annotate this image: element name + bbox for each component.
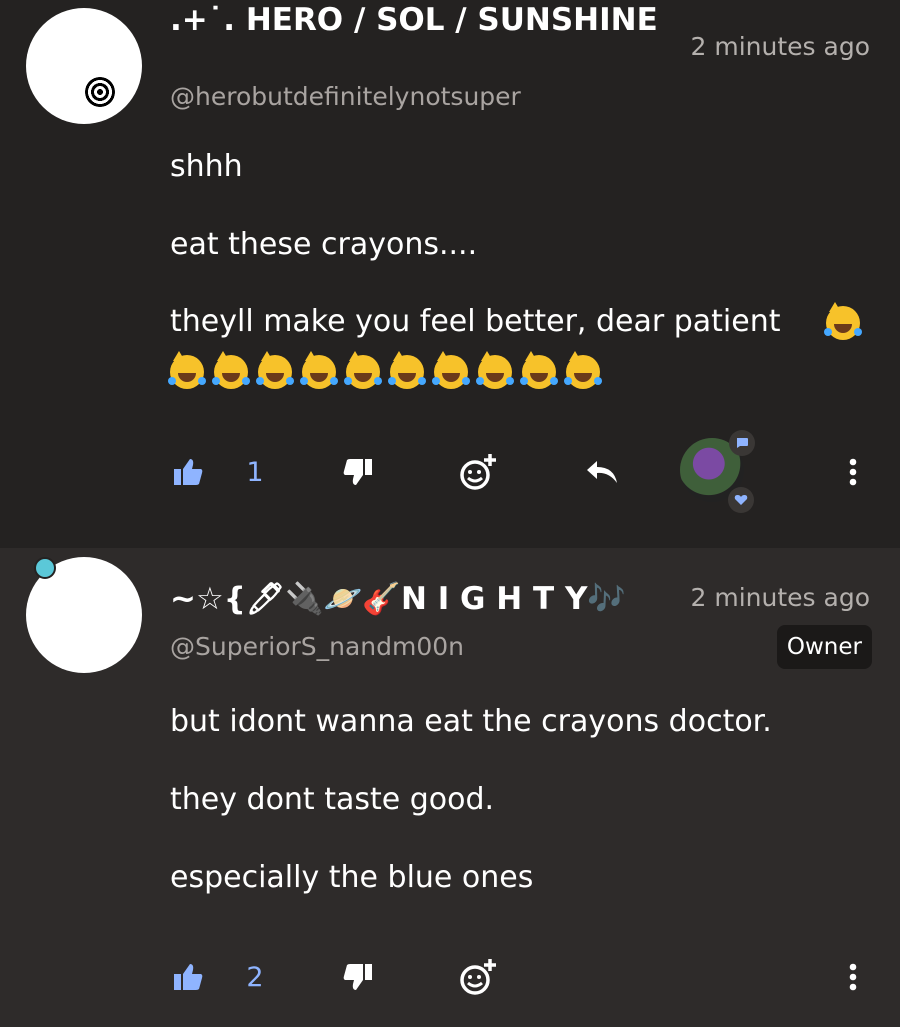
crying-laughing-cat-icon bbox=[520, 351, 558, 389]
crying-laughing-cat-icon bbox=[388, 351, 426, 389]
commenter-avatar-1[interactable] bbox=[26, 8, 142, 124]
dislike-button[interactable] bbox=[338, 947, 378, 1007]
add-emoji-icon bbox=[460, 454, 496, 490]
comment-2-paragraph-2: they dont taste good. bbox=[170, 782, 495, 817]
heart-icon bbox=[728, 487, 754, 513]
vertical-ellipsis-icon bbox=[849, 458, 857, 486]
add-emoji-icon bbox=[460, 959, 496, 995]
crying-laughing-cat-icon bbox=[564, 351, 602, 389]
comment-1-paragraph-2: eat these crayons.... bbox=[170, 227, 478, 262]
display-name-1[interactable]: .+˙. HERO / SOL / SUNSHINE bbox=[170, 0, 660, 40]
comment-2-actions: 2 bbox=[0, 947, 900, 1007]
thumbs-down-icon bbox=[343, 964, 372, 990]
comment-1-paragraph-1: shhh bbox=[170, 149, 243, 184]
display-name-2[interactable]: ~☆{🖊🔌🪐🎸N I G H T Y🎶 bbox=[170, 579, 660, 619]
reply-button[interactable] bbox=[582, 442, 622, 502]
more-options-button[interactable] bbox=[838, 442, 868, 502]
thumbs-up-icon bbox=[174, 459, 203, 485]
more-options-button[interactable] bbox=[838, 947, 868, 1007]
timestamp-1: 2 minutes ago bbox=[690, 32, 870, 61]
jellyfish-badge-icon bbox=[34, 557, 56, 579]
like-count: 2 bbox=[246, 961, 264, 993]
crying-laughing-cat-icon bbox=[432, 351, 470, 389]
like-button[interactable] bbox=[168, 947, 208, 1007]
comment-1-actions: 1 bbox=[0, 442, 900, 502]
reply-arrow-icon bbox=[587, 461, 617, 483]
add-reaction-button[interactable] bbox=[456, 442, 500, 502]
thumbs-up-icon bbox=[174, 964, 203, 990]
crying-laughing-cat-icon bbox=[300, 351, 338, 389]
add-reaction-button[interactable] bbox=[456, 947, 500, 1007]
hypno-swirl-icon bbox=[83, 75, 117, 109]
handle-1[interactable]: @herobutdefinitelynotsuper bbox=[170, 81, 521, 113]
timestamp-2: 2 minutes ago bbox=[690, 583, 870, 612]
vertical-ellipsis-icon bbox=[849, 963, 857, 991]
like-count: 1 bbox=[246, 456, 264, 488]
crying-laughing-cat-icon bbox=[256, 351, 294, 389]
crying-laughing-cat-icon bbox=[824, 302, 862, 340]
crying-laughing-cat-icon bbox=[168, 351, 206, 389]
owner-badge: Owner bbox=[776, 625, 872, 669]
comment-2-paragraph-1: but idont wanna eat the crayons doctor. bbox=[170, 704, 772, 739]
handle-2[interactable]: @SuperiorS_nandm00n bbox=[170, 631, 464, 663]
thumbs-down-icon bbox=[343, 459, 372, 485]
comment-1-paragraph-3: theyll make you feel better, dear patien… bbox=[170, 304, 781, 339]
comment-2-paragraph-3: especially the blue ones bbox=[170, 860, 534, 895]
crying-laughing-cat-icon bbox=[344, 351, 382, 389]
dislike-button[interactable] bbox=[338, 442, 378, 502]
chat-bubble-icon bbox=[729, 430, 755, 456]
like-button[interactable] bbox=[168, 442, 208, 502]
crying-laughing-cat-icon bbox=[212, 351, 250, 389]
emoji-row bbox=[168, 351, 610, 391]
crying-laughing-cat-icon bbox=[476, 351, 514, 389]
